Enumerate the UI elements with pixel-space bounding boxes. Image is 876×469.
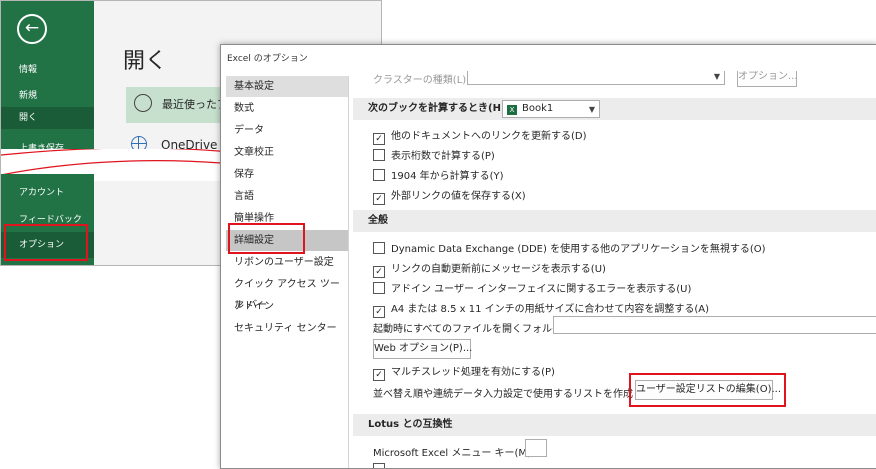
clock-icon	[134, 94, 152, 112]
custom-lists-highlight	[629, 373, 786, 407]
nav-item-trust-center[interactable]: セキュリティ センター	[226, 318, 348, 339]
checkbox[interactable]: ✓	[373, 193, 385, 205]
calc-section-label: 次のブックを計算するとき(H):	[368, 103, 510, 114]
checkbox[interactable]: ✓	[373, 266, 385, 278]
excel-options-dialog: Excel のオプション 基本設定 数式 データ 文章校正 保存 言語 簡単操作…	[220, 44, 876, 469]
cluster-type-label: クラスターの種類(L):	[373, 75, 470, 86]
backstage-nav-info[interactable]: 情報	[19, 62, 37, 75]
excel-file-icon: X	[507, 105, 517, 115]
calc-option-update-links[interactable]: ✓ 他のドキュメントへのリンクを更新する(D)	[373, 127, 587, 145]
nav-item-general[interactable]: 基本設定	[226, 76, 348, 97]
checkbox[interactable]	[373, 463, 385, 468]
checkbox[interactable]	[373, 169, 385, 181]
general-option-label: Dynamic Data Exchange (DDE) を使用する他のアプリケー…	[391, 244, 766, 255]
checkbox[interactable]	[373, 149, 385, 161]
checkbox[interactable]	[373, 242, 385, 254]
options-content: クラスターの種類(L): ▼ オプション... 次のブックを計算するとき(H):…	[353, 71, 876, 468]
general-option-dde[interactable]: Dynamic Data Exchange (DDE) を使用する他のアプリケー…	[373, 240, 766, 255]
back-arrow-icon[interactable]: ←	[17, 14, 47, 44]
backstage-nav-account[interactable]: アカウント	[19, 185, 64, 198]
general-option-label: A4 または 8.5 x 11 インチの用紙サイズに合わせて内容を調整する(A)	[391, 304, 709, 315]
calc-option-precision[interactable]: 表示桁数で計算する(P)	[373, 147, 495, 162]
sort-list-label: 並べ替え順や連続データ入力設定で使用するリストを作成します:	[373, 389, 667, 400]
general-option-addin-errors[interactable]: アドイン ユーザー インターフェイスに関するエラーを表示する(U)	[373, 280, 691, 295]
nav-item-language[interactable]: 言語	[226, 186, 348, 207]
general-option-label: アドイン ユーザー インターフェイスに関するエラーを表示する(U)	[391, 284, 692, 295]
dialog-title: Excel のオプション	[227, 54, 308, 64]
backstage-nav-new[interactable]: 新規	[19, 88, 37, 101]
checkbox[interactable]: ✓	[373, 369, 385, 381]
lotus-option-partial[interactable]	[373, 463, 391, 468]
calc-book-dropdown[interactable]: X Book1 ▼	[502, 100, 600, 118]
menu-key-input[interactable]	[525, 439, 547, 457]
advanced-highlight	[228, 223, 305, 254]
calc-section-header: 次のブックを計算するとき(H):	[353, 98, 876, 120]
general-section-header: 全般	[353, 210, 876, 232]
general-option-link-message[interactable]: ✓ リンクの自動更新前にメッセージを表示する(U)	[373, 260, 606, 278]
nav-item-formulas[interactable]: 数式	[226, 98, 348, 119]
calc-option-label: 1904 年から計算する(Y)	[391, 171, 504, 182]
menu-key-label: Microsoft Excel メニュー キー(M):	[373, 448, 535, 459]
checkbox[interactable]	[373, 282, 385, 294]
checkbox[interactable]: ✓	[373, 306, 385, 318]
calc-option-label: 他のドキュメントへのリンクを更新する(D)	[391, 131, 587, 142]
backstage-nav-open[interactable]: 開く	[1, 107, 94, 129]
nav-item-customize-ribbon[interactable]: リボンのユーザー設定	[226, 252, 348, 273]
calc-book-name: Book1	[522, 103, 554, 114]
nav-item-data[interactable]: データ	[226, 120, 348, 141]
options-highlight	[4, 224, 88, 261]
nav-item-proofing[interactable]: 文章校正	[226, 142, 348, 163]
general-option-multithread[interactable]: ✓ マルチスレッド処理を有効にする(P)	[373, 363, 555, 381]
backstage-title: 開く	[123, 49, 168, 74]
checkbox[interactable]: ✓	[373, 133, 385, 145]
web-options-button[interactable]: Web オプション(P)...	[373, 339, 472, 359]
nav-item-save[interactable]: 保存	[226, 164, 348, 185]
lotus-section-header: Lotus との互換性	[353, 414, 876, 436]
calc-option-label: 表示桁数で計算する(P)	[391, 151, 495, 162]
options-nav: 基本設定 数式 データ 文章校正 保存 言語 簡単操作 詳細設定 リボンのユーザ…	[226, 76, 349, 468]
cluster-options-button[interactable]: オプション...	[737, 71, 798, 87]
nav-item-quick-access[interactable]: クイック アクセス ツール バー	[226, 274, 348, 311]
calc-option-label: 外部リンクの値を保存する(X)	[391, 191, 526, 202]
calc-option-save-external[interactable]: ✓ 外部リンクの値を保存する(X)	[373, 187, 526, 205]
nav-item-addins[interactable]: アドイン	[226, 296, 348, 317]
general-option-label: リンクの自動更新前にメッセージを表示する(U)	[391, 264, 606, 275]
calc-option-1904[interactable]: 1904 年から計算する(Y)	[373, 167, 504, 182]
cluster-type-dropdown[interactable]: ▼	[467, 71, 725, 85]
startup-folder-input[interactable]	[553, 316, 876, 334]
general-option-label: マルチスレッド処理を有効にする(P)	[391, 367, 555, 378]
